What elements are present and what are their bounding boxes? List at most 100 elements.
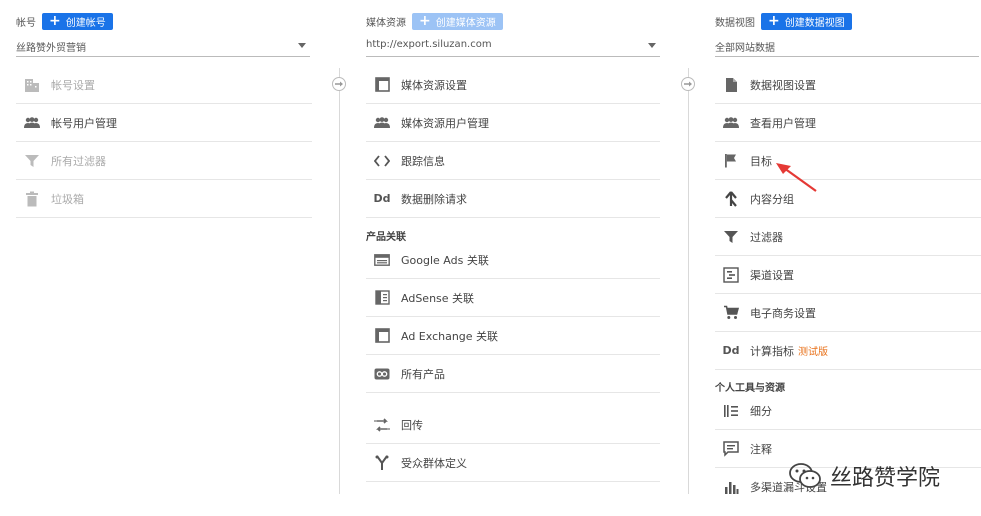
view-title: 数据视图 xyxy=(715,17,755,29)
trash-item[interactable]: 垃圾箱 xyxy=(16,180,312,218)
watermark: 丝路赞学院 xyxy=(788,460,940,492)
item-label: 数据删除请求 xyxy=(401,192,467,206)
postback-icon xyxy=(373,416,391,434)
google-ads-link-item[interactable]: Google Ads 关联 xyxy=(366,241,660,279)
users-icon xyxy=(722,114,740,132)
document-icon xyxy=(722,76,740,94)
item-label: 跟踪信息 xyxy=(401,154,445,168)
account-column: 帐号 + 创建帐号 丝路赞外贸营销 帐号设置 帐号用户管理 所有过滤器 垃圾箱 xyxy=(16,0,312,516)
cart-icon xyxy=(722,304,740,322)
filter-icon xyxy=(722,228,740,246)
property-selected-value: http://export.siluzan.com xyxy=(366,39,492,50)
dd-icon: Dd xyxy=(373,192,391,205)
dd-icon: Dd xyxy=(722,344,740,357)
watermark-text: 丝路赞学院 xyxy=(830,466,941,491)
item-label: 所有产品 xyxy=(401,367,445,381)
view-settings-item[interactable]: 数据视图设置 xyxy=(715,66,981,104)
users-icon xyxy=(373,114,391,132)
adsense-link-item[interactable]: AdSense 关联 xyxy=(366,279,660,317)
property-column: 媒体资源 + 创建媒体资源 http://export.siluzan.com … xyxy=(366,0,660,516)
flag-icon xyxy=(722,152,740,170)
plus-icon: + xyxy=(419,13,431,29)
ad-exchange-link-item[interactable]: Ad Exchange 关联 xyxy=(366,317,660,355)
create-account-label: 创建帐号 xyxy=(65,17,106,29)
item-label: 细分 xyxy=(750,404,772,418)
view-column: 数据视图 + 创建数据视图 全部网站数据 数据视图设置 查看用户管理 目标 内容… xyxy=(715,0,981,516)
filters-item[interactable]: 过滤器 xyxy=(715,218,981,256)
property-selector[interactable]: http://export.siluzan.com xyxy=(366,37,660,57)
item-label: 媒体资源设置 xyxy=(401,78,467,92)
create-property-label: 创建媒体资源 xyxy=(435,17,496,29)
column-divider xyxy=(339,68,340,494)
item-label: 所有过滤器 xyxy=(51,154,106,168)
content-grouping-item[interactable]: 内容分组 xyxy=(715,180,981,218)
window-icon xyxy=(373,76,391,94)
adexchange-icon xyxy=(373,327,391,345)
segments-item[interactable]: 细分 xyxy=(715,392,981,430)
account-selector[interactable]: 丝路赞外贸营销 xyxy=(16,37,310,57)
plus-icon: + xyxy=(768,13,780,29)
dropdown-caret-icon xyxy=(648,43,656,48)
property-user-management-item[interactable]: 媒体资源用户管理 xyxy=(366,104,660,142)
view-selected-value: 全部网站数据 xyxy=(715,43,775,54)
arrow-right-icon xyxy=(332,77,346,91)
postback-item[interactable]: 回传 xyxy=(366,406,660,444)
account-title: 帐号 xyxy=(16,17,36,29)
wechat-icon xyxy=(789,463,821,488)
segments-icon xyxy=(722,402,740,420)
view-selector[interactable]: 全部网站数据 xyxy=(715,37,979,57)
item-label: 帐号用户管理 xyxy=(51,116,117,130)
item-label: 过滤器 xyxy=(750,230,783,244)
item-label: AdSense 关联 xyxy=(401,291,475,305)
data-deletion-item[interactable]: Dd 数据删除请求 xyxy=(366,180,660,218)
bar-chart-icon xyxy=(722,478,740,496)
item-label: 查看用户管理 xyxy=(750,116,816,130)
create-account-button[interactable]: + 创建帐号 xyxy=(42,12,113,30)
create-property-button[interactable]: + 创建媒体资源 xyxy=(412,12,503,30)
building-icon xyxy=(23,76,41,94)
item-label: 计算指标 xyxy=(750,344,794,358)
filter-icon xyxy=(23,152,41,170)
item-label: 渠道设置 xyxy=(750,268,794,282)
annotation-icon xyxy=(722,440,740,458)
plus-icon: + xyxy=(49,13,61,29)
column-divider xyxy=(688,68,689,494)
view-header: 数据视图 + 创建数据视图 xyxy=(715,12,852,30)
users-icon xyxy=(23,114,41,132)
item-label: 注释 xyxy=(750,442,772,456)
view-user-management-item[interactable]: 查看用户管理 xyxy=(715,104,981,142)
property-settings-item[interactable]: 媒体资源设置 xyxy=(366,66,660,104)
account-settings-item[interactable]: 帐号设置 xyxy=(16,66,312,104)
channel-settings-item[interactable]: 渠道设置 xyxy=(715,256,981,294)
account-selected-value: 丝路赞外贸营销 xyxy=(16,43,86,54)
all-filters-item[interactable]: 所有过滤器 xyxy=(16,142,312,180)
goals-item[interactable]: 目标 xyxy=(715,142,981,180)
item-label: 垃圾箱 xyxy=(51,192,84,206)
item-label: Ad Exchange 关联 xyxy=(401,329,499,343)
property-title: 媒体资源 xyxy=(366,17,406,29)
link-icon xyxy=(373,365,391,383)
calculated-metrics-item[interactable]: Dd 计算指标 测试版 xyxy=(715,332,981,370)
item-label: 帐号设置 xyxy=(51,78,95,92)
tracking-info-item[interactable]: 跟踪信息 xyxy=(366,142,660,180)
item-label: 电子商务设置 xyxy=(750,306,816,320)
red-arrow-annotation xyxy=(776,163,817,192)
item-label: 受众群体定义 xyxy=(401,456,467,470)
code-icon xyxy=(373,152,391,170)
account-header: 帐号 + 创建帐号 xyxy=(16,12,113,30)
ecommerce-settings-item[interactable]: 电子商务设置 xyxy=(715,294,981,332)
create-view-button[interactable]: + 创建数据视图 xyxy=(761,12,852,30)
beta-badge: 测试版 xyxy=(798,347,828,358)
create-view-label: 创建数据视图 xyxy=(784,17,845,29)
audience-icon xyxy=(373,454,391,472)
arrow-right-icon xyxy=(681,77,695,91)
account-user-management-item[interactable]: 帐号用户管理 xyxy=(16,104,312,142)
property-header: 媒体资源 + 创建媒体资源 xyxy=(366,12,503,30)
audience-definition-item[interactable]: 受众群体定义 xyxy=(366,444,660,482)
all-products-item[interactable]: 所有产品 xyxy=(366,355,660,393)
item-label: 媒体资源用户管理 xyxy=(401,116,489,130)
channel-settings-icon xyxy=(722,266,740,284)
dropdown-caret-icon xyxy=(298,43,306,48)
item-label: Google Ads 关联 xyxy=(401,253,489,267)
adsense-icon xyxy=(373,289,391,307)
